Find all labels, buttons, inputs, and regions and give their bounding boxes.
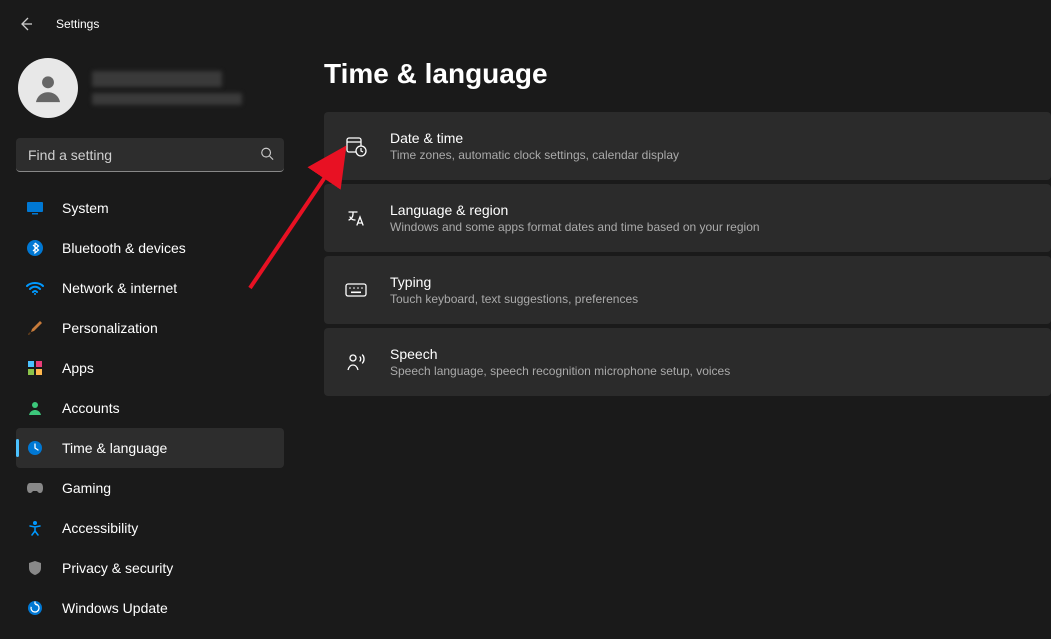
sidebar-item-label: Accessibility <box>62 520 138 536</box>
sidebar-item-gaming[interactable]: Gaming <box>16 468 284 508</box>
update-icon <box>26 599 44 617</box>
avatar <box>18 58 78 118</box>
search-input[interactable] <box>16 138 284 172</box>
card-subtitle: Time zones, automatic clock settings, ca… <box>390 148 679 162</box>
sidebar-item-accessibility[interactable]: Accessibility <box>16 508 284 548</box>
sidebar-item-network[interactable]: Network & internet <box>16 268 284 308</box>
card-language-region[interactable]: Language & region Windows and some apps … <box>324 184 1051 252</box>
sidebar-item-label: Apps <box>62 360 94 376</box>
shield-icon <box>26 559 44 577</box>
accessibility-icon <box>26 519 44 537</box>
account-icon <box>26 399 44 417</box>
sidebar-item-label: Bluetooth & devices <box>62 240 186 256</box>
card-title: Typing <box>390 274 638 290</box>
card-subtitle: Speech language, speech recognition micr… <box>390 364 730 378</box>
card-title: Speech <box>390 346 730 362</box>
sidebar-item-label: Gaming <box>62 480 111 496</box>
bluetooth-icon <box>26 239 44 257</box>
titlebar: Settings <box>0 0 1051 48</box>
sidebar-item-bluetooth[interactable]: Bluetooth & devices <box>16 228 284 268</box>
back-button[interactable] <box>16 14 36 34</box>
sidebar-item-label: Privacy & security <box>62 560 173 576</box>
search-wrap <box>16 138 284 172</box>
person-icon <box>31 71 65 105</box>
profile-block[interactable] <box>16 52 284 134</box>
speech-icon <box>344 350 368 374</box>
sidebar-item-windows-update[interactable]: Windows Update <box>16 588 284 628</box>
clock-globe-icon <box>26 439 44 457</box>
profile-name-redacted <box>92 71 222 87</box>
sidebar-item-time-language[interactable]: Time & language <box>16 428 284 468</box>
brush-icon <box>26 319 44 337</box>
sidebar-item-privacy[interactable]: Privacy & security <box>16 548 284 588</box>
profile-email-redacted <box>92 93 242 105</box>
back-arrow-icon <box>18 16 34 32</box>
page-title: Time & language <box>324 58 1051 90</box>
calendar-clock-icon <box>344 134 368 158</box>
nav: System Bluetooth & devices Network & int… <box>16 188 284 628</box>
card-typing[interactable]: Typing Touch keyboard, text suggestions,… <box>324 256 1051 324</box>
card-speech[interactable]: Speech Speech language, speech recogniti… <box>324 328 1051 396</box>
settings-cards: Date & time Time zones, automatic clock … <box>324 112 1051 396</box>
sidebar-item-label: Network & internet <box>62 280 177 296</box>
wifi-icon <box>26 279 44 297</box>
sidebar-item-label: Time & language <box>62 440 167 456</box>
sidebar-item-accounts[interactable]: Accounts <box>16 388 284 428</box>
sidebar-item-label: Windows Update <box>62 600 168 616</box>
keyboard-icon <box>344 278 368 302</box>
sidebar-item-label: System <box>62 200 109 216</box>
sidebar: System Bluetooth & devices Network & int… <box>0 48 300 639</box>
profile-text <box>92 71 242 105</box>
card-subtitle: Touch keyboard, text suggestions, prefer… <box>390 292 638 306</box>
card-subtitle: Windows and some apps format dates and t… <box>390 220 760 234</box>
language-icon <box>344 206 368 230</box>
sidebar-item-system[interactable]: System <box>16 188 284 228</box>
display-icon <box>26 199 44 217</box>
card-date-time[interactable]: Date & time Time zones, automatic clock … <box>324 112 1051 180</box>
content: Time & language Date & time Time zones, … <box>300 48 1051 639</box>
card-title: Language & region <box>390 202 760 218</box>
gamepad-icon <box>26 479 44 497</box>
sidebar-item-personalization[interactable]: Personalization <box>16 308 284 348</box>
sidebar-item-apps[interactable]: Apps <box>16 348 284 388</box>
window-title: Settings <box>56 17 99 31</box>
apps-icon <box>26 359 44 377</box>
card-title: Date & time <box>390 130 679 146</box>
sidebar-item-label: Personalization <box>62 320 158 336</box>
sidebar-item-label: Accounts <box>62 400 120 416</box>
